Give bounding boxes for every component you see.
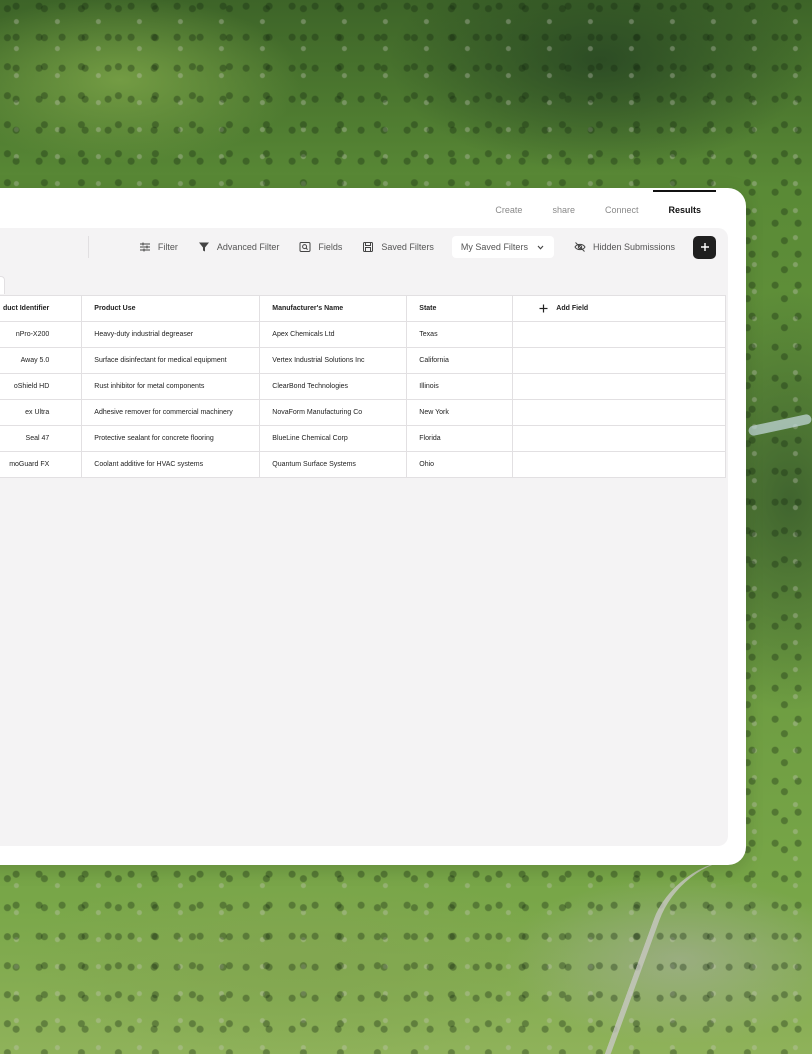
product-identifier-cell: ex Ultra	[0, 399, 83, 426]
results-table: duct Identifier Product Use Manufacturer…	[0, 295, 727, 478]
manufacturer-cell: NovaForm Manufacturing Co	[259, 399, 408, 426]
empty-cell	[512, 347, 727, 374]
product-use-cell: Surface disinfectant for medical equipme…	[81, 347, 261, 374]
nav-connect[interactable]: Connect	[590, 205, 654, 228]
manufacturer-cell: Vertex Industrial Solutions Inc	[259, 347, 408, 374]
table-row[interactable]: ex Ultra Adhesive remover for commercial…	[0, 399, 727, 426]
table-row[interactable]: Seal 47 Protective sealant for concrete …	[0, 425, 727, 452]
top-nav: Create share Connect Results	[480, 188, 716, 228]
fields-button[interactable]: Fields	[299, 241, 342, 253]
my-saved-filters-dropdown[interactable]: My Saved Filters	[451, 236, 554, 258]
empty-cell	[512, 425, 727, 452]
sliders-icon	[139, 242, 150, 252]
nav-share[interactable]: share	[537, 205, 590, 228]
state-cell: Florida	[406, 425, 514, 452]
product-identifier-cell: moGuard FX	[0, 451, 83, 478]
state-cell: California	[406, 347, 514, 374]
eye-off-icon	[574, 242, 586, 252]
product-identifier-cell: nPro-X200	[0, 321, 83, 348]
add-field-column[interactable]: Add Field	[512, 295, 727, 322]
toolbar-divider	[88, 236, 89, 258]
column-header[interactable]: Manufacturer's Name	[259, 295, 408, 322]
hidden-submissions-button[interactable]: Hidden Submissions	[574, 241, 675, 253]
table-row[interactable]: moGuard FX Coolant additive for HVAC sys…	[0, 451, 727, 478]
manufacturer-cell: Quantum Surface Systems	[259, 451, 408, 478]
product-identifier-cell: Away 5.0	[0, 347, 83, 374]
manufacturer-cell: BlueLine Chemical Corp	[259, 425, 408, 452]
saved-filters-button[interactable]: Saved Filters	[362, 241, 434, 253]
hidden-submissions-label: Hidden Submissions	[592, 242, 675, 252]
add-field-label: Add Field	[556, 305, 589, 312]
product-use-cell: Coolant additive for HVAC systems	[81, 451, 261, 478]
product-use-cell: Heavy-duty industrial degreaser	[81, 321, 261, 348]
sheet-tab[interactable]: e	[0, 276, 5, 294]
plus-icon	[700, 243, 709, 251]
empty-cell	[512, 321, 727, 348]
advanced-filter-label: Advanced Filter	[216, 242, 280, 252]
empty-cell	[512, 373, 727, 400]
fields-label: Fields	[318, 242, 343, 252]
product-identifier-cell: oShield HD	[0, 373, 83, 400]
plus-icon	[539, 304, 548, 313]
empty-cell	[512, 451, 727, 478]
save-icon	[363, 242, 374, 252]
search-field-icon	[299, 242, 311, 252]
product-use-cell: Adhesive remover for commercial machiner…	[81, 399, 261, 426]
state-cell: New York	[406, 399, 514, 426]
toolbar: Filter Advanced Filter Fields Saved Filt…	[0, 228, 728, 266]
state-cell: Illinois	[406, 373, 514, 400]
filter-label: Filter	[157, 242, 178, 252]
app-window: Create share Connect Results Filter Adva…	[0, 188, 746, 865]
funnel-icon	[198, 242, 209, 252]
advanced-filter-button[interactable]: Advanced Filter	[198, 241, 280, 253]
table-row[interactable]: oShield HD Rust inhibitor for metal comp…	[0, 373, 727, 400]
results-panel: e duct Identifier Product Use Manufactur…	[0, 266, 728, 846]
product-identifier-cell: Seal 47	[0, 425, 83, 452]
empty-cell	[512, 399, 727, 426]
state-cell: Texas	[406, 321, 514, 348]
column-header[interactable]: State	[406, 295, 514, 322]
product-use-cell: Protective sealant for concrete flooring	[81, 425, 261, 452]
table-row[interactable]: Away 5.0 Surface disinfectant for medica…	[0, 347, 727, 374]
chevron-down-icon	[537, 245, 544, 250]
my-saved-filters-label: My Saved Filters	[460, 242, 528, 252]
add-button[interactable]	[693, 235, 716, 259]
column-header[interactable]: duct Identifier	[0, 295, 83, 322]
filter-button[interactable]: Filter	[139, 241, 178, 253]
manufacturer-cell: ClearBond Technologies	[259, 373, 408, 400]
manufacturer-cell: Apex Chemicals Ltd	[259, 321, 408, 348]
product-use-cell: Rust inhibitor for metal components	[81, 373, 261, 400]
add-field-button[interactable]: Add Field	[525, 304, 713, 313]
nav-results[interactable]: Results	[653, 190, 716, 228]
table-row[interactable]: nPro-X200 Heavy-duty industrial degrease…	[0, 321, 727, 348]
nav-create[interactable]: Create	[480, 205, 537, 228]
table-header-row: duct Identifier Product Use Manufacturer…	[0, 295, 727, 322]
column-header[interactable]: Product Use	[81, 295, 261, 322]
state-cell: Ohio	[406, 451, 514, 478]
saved-filters-label: Saved Filters	[381, 242, 434, 252]
